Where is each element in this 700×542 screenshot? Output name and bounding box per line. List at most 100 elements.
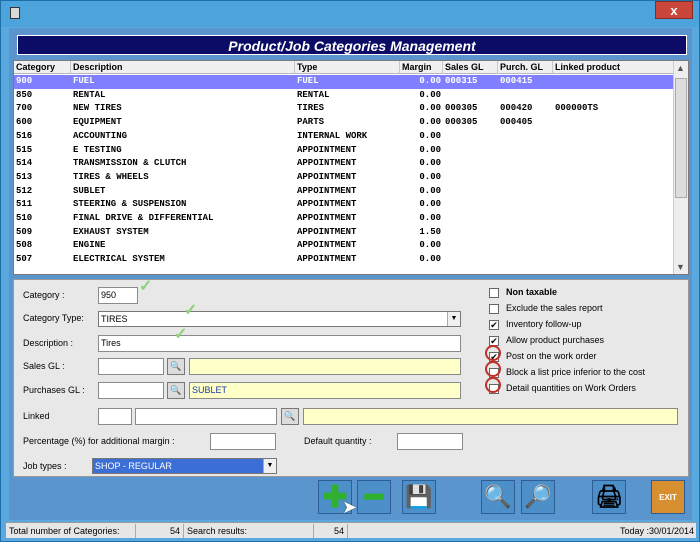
search-results-value: 54 — [314, 524, 348, 538]
cell-margin: 0.00 — [419, 199, 441, 210]
cell-description: ELECTRICAL SYSTEM — [73, 254, 165, 265]
cell-description: ENGINE — [73, 240, 106, 251]
table-row[interactable]: 510 FINAL DRIVE & DIFFERENTIAL APPOINTMENT… — [14, 212, 674, 226]
table-row[interactable]: 850 RENTAL RENTAL 0.00 — [14, 89, 674, 103]
save-button[interactable]: 💾 — [402, 480, 436, 514]
table-row[interactable]: 509 EXHAUST SYSTEM APPOINTMENT 1.50 — [14, 226, 674, 240]
scroll-thumb[interactable] — [675, 78, 687, 198]
title-bar: x — [1, 1, 699, 27]
default-quantity-input[interactable] — [397, 433, 463, 450]
scroll-up-icon[interactable]: ▲ — [676, 63, 685, 73]
cell-description: FUEL — [73, 76, 95, 86]
cursor-arrow-icon: ➤ — [342, 497, 358, 517]
option-checkbox[interactable]: ✔ — [489, 320, 499, 330]
purchases-gl-input[interactable] — [98, 382, 164, 399]
table-row[interactable]: 516 ACCOUNTING INTERNAL WORK 0.00 — [14, 130, 674, 144]
col-category[interactable]: Category — [14, 61, 71, 74]
linked-product-input[interactable] — [135, 408, 277, 425]
magnifier-icon: 🔍 — [170, 361, 182, 371]
highlight-circle — [485, 377, 501, 393]
cell-type: PARTS — [297, 117, 325, 128]
cell-sales-gl — [443, 226, 498, 240]
table-row[interactable]: 900 FUEL FUEL 0.00 000315 000415 — [14, 75, 674, 89]
col-margin[interactable]: Margin — [400, 61, 443, 74]
minus-icon: ━ — [364, 480, 384, 514]
cell-category: 700 — [16, 103, 33, 114]
job-types-label: Job types : — [23, 461, 67, 471]
cell-sales-gl — [443, 171, 498, 185]
category-type-select[interactable]: TIRES ▼ — [98, 311, 461, 327]
table-row[interactable]: 514 TRANSMISSION & CLUTCH APPOINTMENT 0.00 — [14, 157, 674, 171]
total-label: Total number of Categories: — [6, 524, 136, 538]
cell-type: APPOINTMENT — [297, 199, 357, 210]
cell-category: 600 — [16, 117, 33, 128]
percentage-label: Percentage (%) for additional margin : — [23, 436, 175, 446]
close-button[interactable]: x — [655, 1, 693, 19]
col-purch-gl[interactable]: Purch. GL — [498, 61, 553, 74]
cell-linked — [553, 130, 674, 144]
eye-icon: 🔎 — [524, 484, 552, 509]
cell-margin: 1.50 — [419, 226, 441, 237]
cell-type: RENTAL — [297, 89, 330, 100]
print-button[interactable]: 🖨 — [592, 480, 626, 514]
cell-sales-gl — [443, 185, 498, 199]
cell-purch-gl: 000420 — [500, 103, 533, 114]
cell-sales-gl — [443, 89, 498, 103]
cell-type: APPOINTMENT — [297, 240, 357, 251]
sales-gl-lookup-button[interactable]: 🔍 — [167, 358, 185, 375]
cell-category: 507 — [16, 254, 33, 265]
cell-type: APPOINTMENT — [297, 185, 357, 196]
cell-margin: 0.00 — [419, 76, 441, 86]
purchases-gl-lookup-button[interactable]: 🔍 — [167, 382, 185, 399]
cell-description: EXHAUST SYSTEM — [73, 226, 149, 237]
cell-margin: 0.00 — [419, 158, 441, 169]
category-form: Category : 950 ✓ Category Type: TIRES ▼ … — [13, 278, 689, 477]
linked-code-input[interactable] — [98, 408, 132, 425]
percentage-input[interactable] — [210, 433, 276, 450]
vertical-scrollbar[interactable]: ▲ ▼ — [673, 61, 688, 274]
table-row[interactable]: 700 NEW TIRES TIRES 0.00 000305 000420 000000T… — [14, 102, 674, 116]
category-input[interactable]: 950 — [98, 287, 138, 304]
cell-linked — [553, 144, 674, 158]
table-row[interactable]: 513 TIRES & WHEELS APPOINTMENT 0.00 — [14, 171, 674, 185]
col-type[interactable]: Type — [295, 61, 400, 74]
description-input[interactable]: Tires — [98, 335, 461, 352]
option-checkbox[interactable] — [489, 304, 499, 314]
cell-margin: 0.00 — [419, 89, 441, 100]
description-label: Description : — [23, 338, 74, 348]
search-icon: 🔍 — [484, 484, 512, 509]
col-linked-product[interactable]: Linked product — [553, 61, 674, 74]
cell-linked — [553, 89, 674, 103]
scroll-down-icon[interactable]: ▼ — [676, 262, 685, 272]
cell-description: EQUIPMENT — [73, 117, 122, 128]
table-row[interactable]: 515 E TESTING APPOINTMENT 0.00 — [14, 144, 674, 158]
table-row[interactable]: 508 ENGINE APPOINTMENT 0.00 — [14, 239, 674, 253]
sales-gl-input[interactable] — [98, 358, 164, 375]
categories-grid[interactable]: Category Description Type Margin Sales G… — [13, 60, 689, 275]
cell-linked — [553, 239, 674, 253]
chevron-down-icon[interactable]: ▼ — [447, 312, 460, 326]
exit-button[interactable]: EXIT — [651, 480, 685, 514]
chevron-down-icon[interactable]: ▼ — [263, 459, 276, 473]
printer-icon: 🖨 — [595, 484, 623, 509]
cell-category: 513 — [16, 171, 33, 182]
search-button[interactable]: 🔍 — [481, 480, 515, 514]
option-label: Inventory follow-up — [506, 319, 582, 329]
check-annotation-icon: ✓ — [184, 302, 198, 319]
category-label: Category : — [23, 290, 65, 300]
table-row[interactable]: 511 STEERING & SUSPENSION APPOINTMENT 0.00 — [14, 198, 674, 212]
option-checkbox[interactable] — [489, 288, 499, 298]
cell-type: APPOINTMENT — [297, 254, 357, 265]
delete-button[interactable]: ━ — [357, 480, 391, 514]
view-button[interactable]: 🔎 — [521, 480, 555, 514]
job-types-select[interactable]: SHOP - REGULAR ▼ — [92, 458, 277, 474]
linked-lookup-button[interactable]: 🔍 — [281, 408, 299, 425]
cell-linked — [553, 253, 674, 267]
sales-gl-label: Sales GL : — [23, 361, 65, 371]
table-row[interactable]: 512 SUBLET APPOINTMENT 0.00 — [14, 185, 674, 199]
cell-type: APPOINTMENT — [297, 171, 357, 182]
table-row[interactable]: 600 EQUIPMENT PARTS 0.00 000305 000405 — [14, 116, 674, 130]
table-row[interactable]: 507 ELECTRICAL SYSTEM APPOINTMENT 0.00 — [14, 253, 674, 267]
col-description[interactable]: Description — [71, 61, 295, 74]
col-sales-gl[interactable]: Sales GL — [443, 61, 498, 74]
